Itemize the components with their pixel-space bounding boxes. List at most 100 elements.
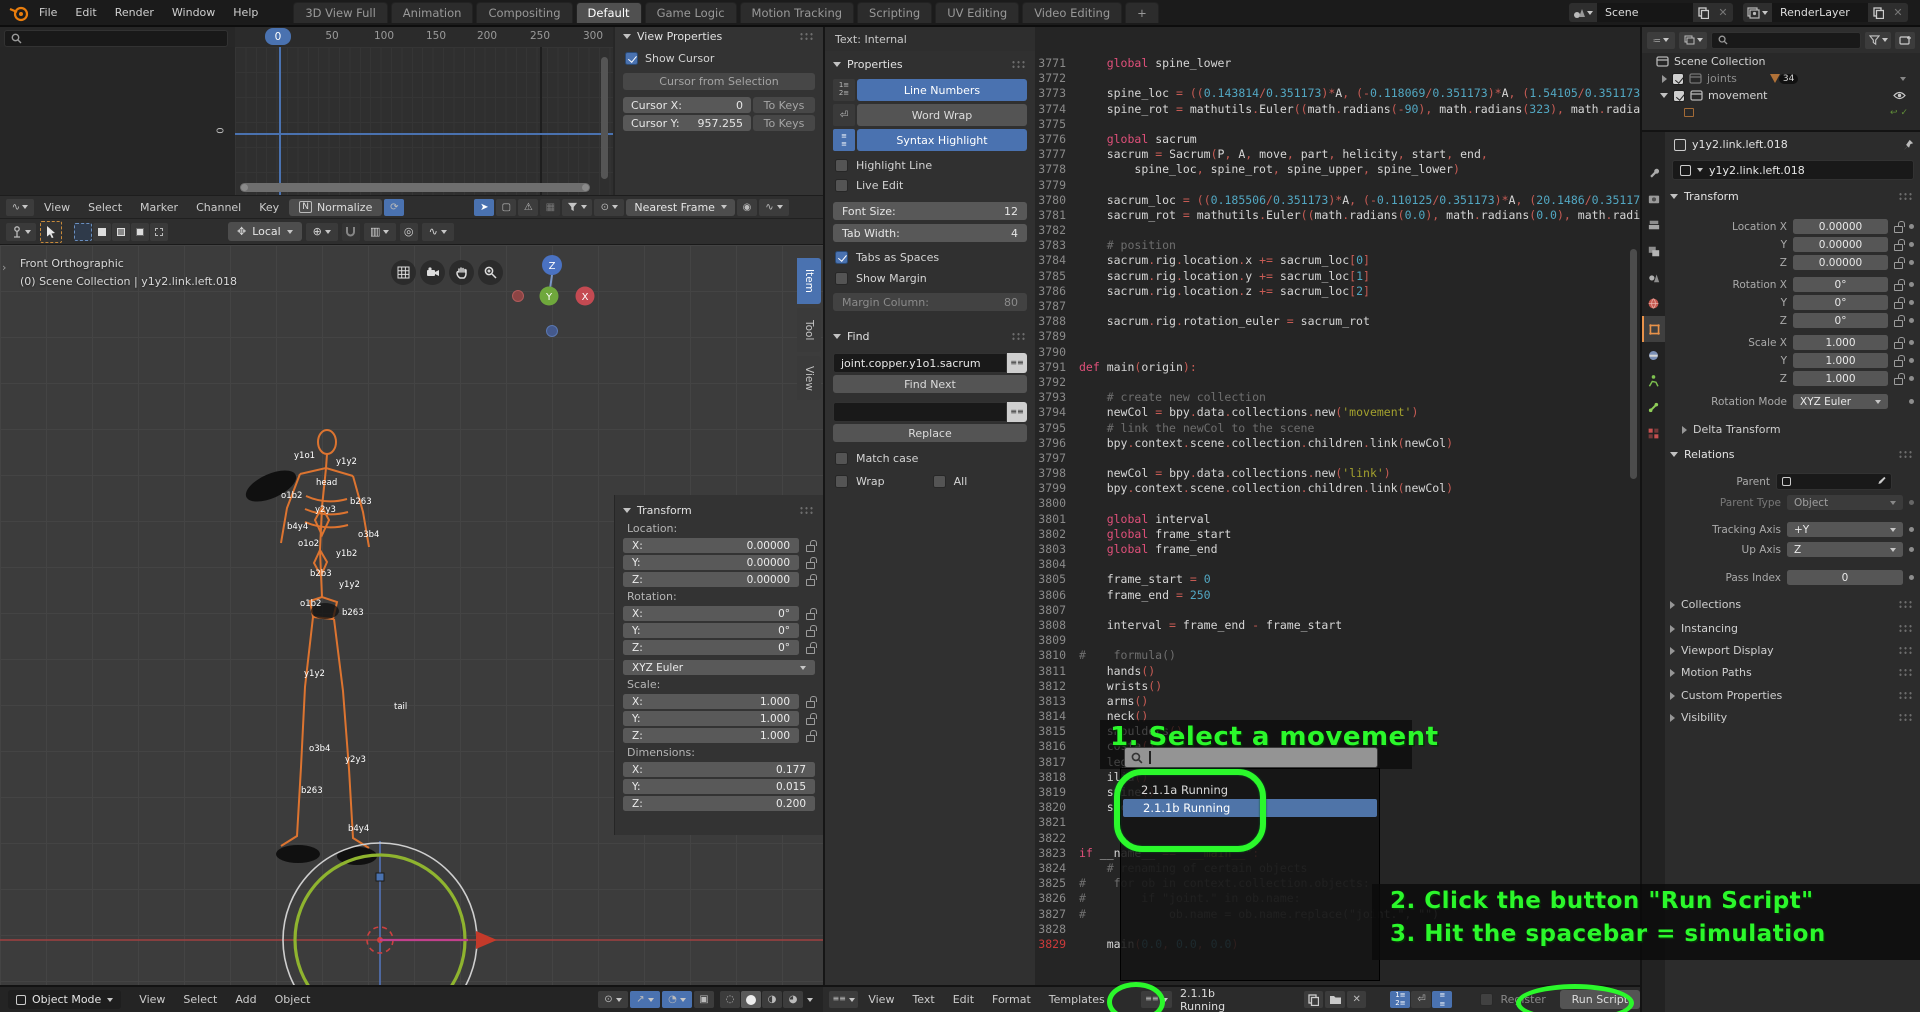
location-z-field[interactable]: 0.00000 xyxy=(1793,255,1888,270)
filter-button[interactable] xyxy=(562,199,592,216)
pivot-point-dropdown[interactable]: ⊕ xyxy=(306,223,338,241)
highlight-line-checkbox[interactable] xyxy=(835,159,848,172)
find-next-button[interactable]: Find Next xyxy=(833,375,1027,393)
find-text-datablock-icon[interactable]: ≡≡ xyxy=(1007,353,1027,373)
select-tool-button[interactable] xyxy=(40,221,62,243)
snap-magnet-icon[interactable] xyxy=(342,223,360,241)
scale-x-field[interactable]: 1.000 xyxy=(1793,335,1888,350)
view3d-menu-add[interactable]: Add xyxy=(227,993,264,1006)
code-line[interactable]: 3774 spine_rot = mathutils.Euler((math.r… xyxy=(1035,102,1640,117)
tab-bone[interactable] xyxy=(1642,394,1665,420)
line-numbers-toggle[interactable]: Line Numbers xyxy=(857,79,1027,101)
location-x-field[interactable]: X:0.00000 xyxy=(623,538,799,553)
panel-grip[interactable] xyxy=(799,32,815,41)
code-line[interactable]: 3781 sacrum_rot = mathutils.Euler((math.… xyxy=(1035,208,1640,223)
fcurve-ease-button[interactable]: ∿ xyxy=(759,199,789,216)
row-chevron[interactable] xyxy=(1900,77,1906,81)
outliner-row-joints[interactable]: joints 34 xyxy=(1642,70,1920,87)
eye-icon[interactable] xyxy=(1893,91,1906,100)
scene-browse-button[interactable] xyxy=(1569,3,1597,22)
register-checkbox[interactable] xyxy=(1480,993,1493,1006)
lock-icon[interactable] xyxy=(1894,360,1903,367)
display-mode-button[interactable] xyxy=(1679,32,1707,49)
select-mode-subtract-button[interactable] xyxy=(112,223,130,241)
new-collection-button[interactable] xyxy=(1895,32,1915,49)
new-text-button[interactable] xyxy=(1304,991,1324,1008)
dimensions-y-field[interactable]: Y:0.015 xyxy=(623,779,815,794)
layout-tab-uv-editing[interactable]: UV Editing xyxy=(935,2,1019,23)
code-line[interactable]: 3800 xyxy=(1035,496,1640,511)
lock-icon[interactable] xyxy=(806,718,815,725)
collapse-triangle-icon[interactable] xyxy=(833,334,841,339)
panel-grip[interactable] xyxy=(1011,60,1027,69)
current-frame-badge[interactable]: 0 xyxy=(265,28,291,45)
rotation-x-field[interactable]: 0° xyxy=(1793,277,1888,292)
menu-edit[interactable]: Edit xyxy=(66,6,105,19)
outliner-row-partial[interactable]: ↩ ✓ xyxy=(1642,104,1920,121)
graph-menu-marker[interactable]: Marker xyxy=(132,201,186,214)
keyframe-dot[interactable] xyxy=(1909,376,1914,381)
text-menu-format[interactable]: Format xyxy=(984,993,1039,1006)
keyframe-dot[interactable] xyxy=(1909,399,1914,404)
select-mode-intersect-button[interactable] xyxy=(150,223,168,241)
select-mode-invert-button[interactable] xyxy=(131,223,149,241)
code-line[interactable]: 3782 xyxy=(1035,223,1640,238)
tab-world[interactable] xyxy=(1642,290,1665,316)
panel-grip[interactable] xyxy=(1011,332,1027,341)
eyedropper-icon[interactable] xyxy=(1875,476,1886,487)
lock-icon[interactable] xyxy=(1894,342,1903,349)
code-line[interactable]: 3804 xyxy=(1035,557,1640,572)
code-line[interactable]: 3771 global spine_lower xyxy=(1035,56,1640,71)
collapse-triangle-icon[interactable] xyxy=(623,508,631,513)
collapse-triangle-icon[interactable] xyxy=(1670,194,1678,199)
collapse-arrow[interactable] xyxy=(1660,93,1668,98)
code-line[interactable]: 3802 global frame_start xyxy=(1035,527,1640,542)
show-margin-checkbox[interactable] xyxy=(835,272,848,285)
scene-unlink-button[interactable]: ✕ xyxy=(1713,3,1733,22)
scene-new-button[interactable] xyxy=(1693,3,1713,22)
all-checkbox[interactable] xyxy=(933,475,946,488)
layout-tab-animation[interactable]: Animation xyxy=(391,2,474,23)
grid-toggle-button[interactable] xyxy=(391,260,416,285)
scene-name-field[interactable]: Scene xyxy=(1597,3,1693,22)
lock-icon[interactable] xyxy=(806,579,815,586)
select-cursor-icon[interactable]: ➤ xyxy=(474,199,494,216)
code-line[interactable]: 3813 arms() xyxy=(1035,694,1640,709)
tab-scene[interactable] xyxy=(1642,264,1665,290)
channel-region[interactable] xyxy=(0,47,235,195)
graph-menu-select[interactable]: Select xyxy=(80,201,130,214)
select-mode-set-button[interactable] xyxy=(74,223,92,241)
tab-object[interactable] xyxy=(1642,316,1665,342)
font-size-slider[interactable]: Font Size:12 xyxy=(833,202,1027,220)
word-wrap-toggle[interactable]: Word Wrap xyxy=(857,104,1027,126)
text-menu-view[interactable]: View xyxy=(860,993,902,1006)
scale-y-field[interactable]: Y:1.000 xyxy=(623,711,799,726)
view3d-menu-select[interactable]: Select xyxy=(175,993,225,1006)
toolbar-expand-arrow[interactable]: › xyxy=(2,261,6,274)
movement-search-input[interactable] xyxy=(1124,747,1378,768)
snap-dropdown[interactable]: ↗ xyxy=(630,991,660,1008)
text-datablock-name[interactable]: 2.1.1b Running xyxy=(1180,987,1262,1012)
n-panel-tab-tool[interactable]: Tool xyxy=(797,308,821,352)
filter-button[interactable] xyxy=(1865,32,1891,49)
panel-visibility[interactable]: Visibility xyxy=(1670,711,1914,724)
tweak-box-icon[interactable]: ▢ xyxy=(496,199,516,216)
code-line[interactable]: 3773 spine_loc = ((0.143814/0.351173)*A,… xyxy=(1035,86,1640,101)
parent-field[interactable] xyxy=(1776,473,1892,490)
code-line[interactable]: 3798 newCol = bpy.data.collections.new('… xyxy=(1035,466,1640,481)
code-line[interactable]: 3803 global frame_end xyxy=(1035,542,1640,557)
replace-input[interactable] xyxy=(833,402,1007,422)
object-name-field[interactable]: y1y2.link.left.018 xyxy=(1672,160,1914,180)
collapse-triangle-icon[interactable] xyxy=(1670,452,1678,457)
rotation-y-field[interactable]: 0° xyxy=(1793,295,1888,310)
cursor-y-to-keys-button[interactable]: To Keys xyxy=(753,115,815,131)
lock-icon[interactable] xyxy=(806,735,815,742)
rotation-x-field[interactable]: X:0° xyxy=(623,606,799,621)
dimensions-x-field[interactable]: X:0.177 xyxy=(623,762,815,777)
tab-output[interactable] xyxy=(1642,212,1665,238)
code-line[interactable]: 3775 xyxy=(1035,117,1640,132)
lock-icon[interactable] xyxy=(1894,244,1903,251)
menu-file[interactable]: File xyxy=(30,6,66,19)
outliner-type-button[interactable]: ≔ xyxy=(1647,32,1675,49)
tab-render[interactable] xyxy=(1642,186,1665,212)
